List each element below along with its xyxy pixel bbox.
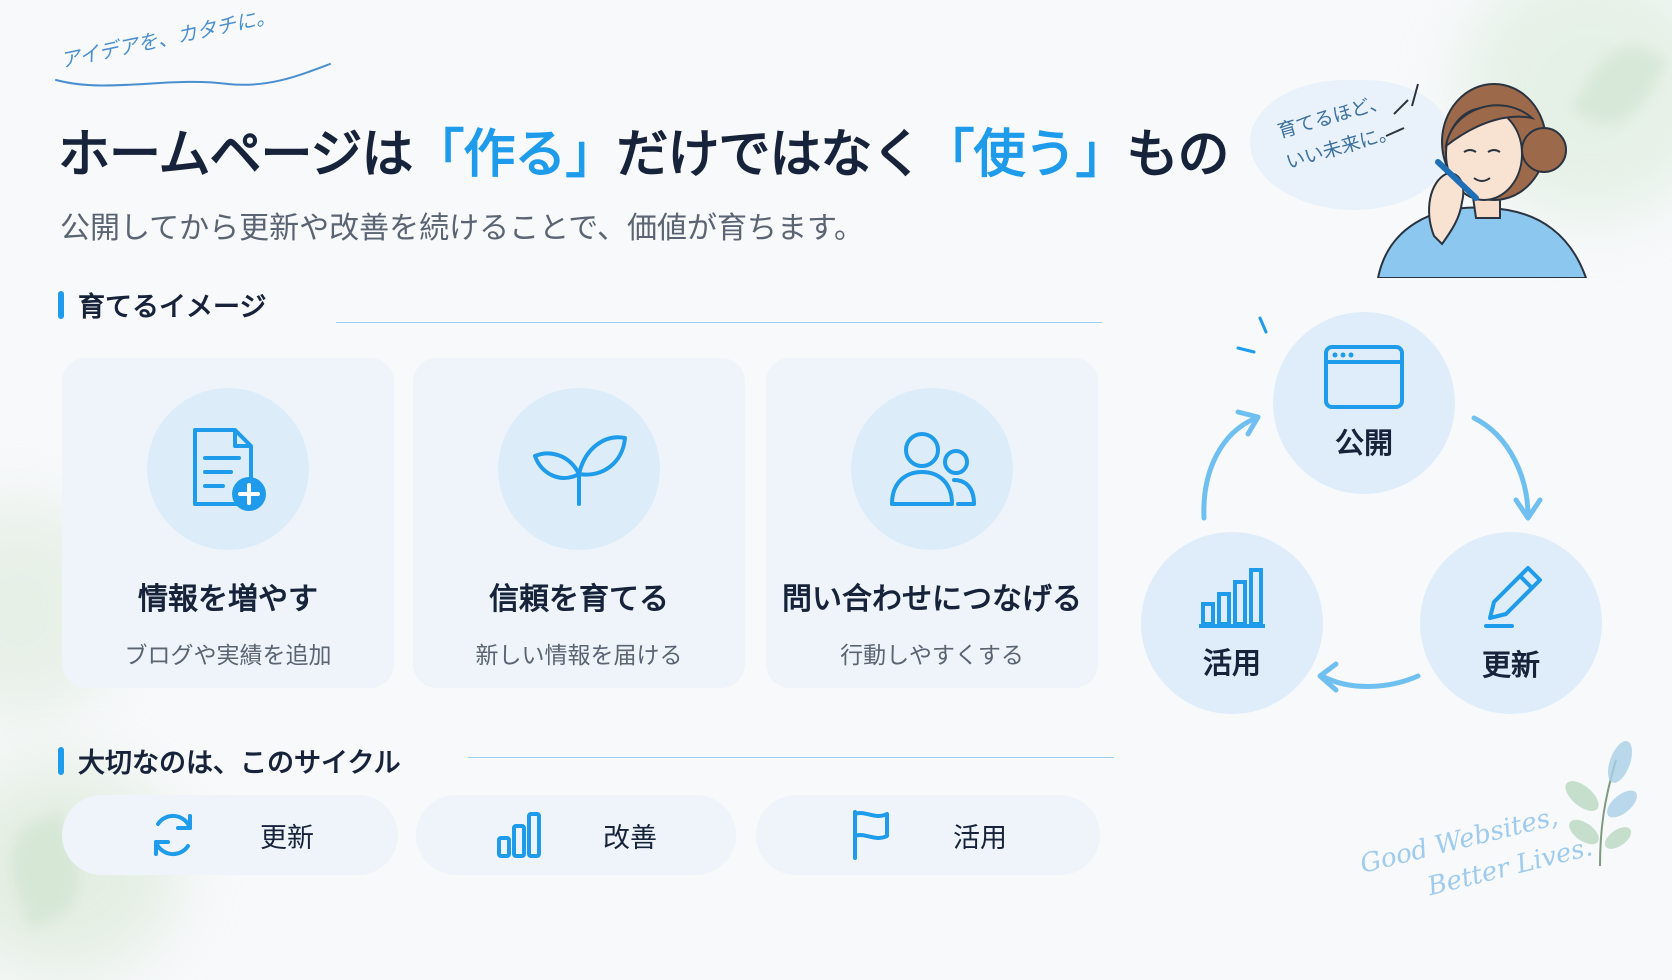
- card-icon-circle: [851, 388, 1013, 550]
- cycle-node-update: 更新: [1420, 532, 1602, 714]
- section-marker: [58, 290, 64, 319]
- section-divider: [336, 322, 1102, 323]
- pill-label: 改善: [603, 822, 657, 854]
- page-title: ホームページは「作る」だけではなく「使う」もの: [58, 112, 1229, 187]
- section-label-growth: 育てるイメージ: [58, 285, 266, 324]
- section-divider: [468, 757, 1114, 758]
- card-icon-circle: [498, 388, 660, 550]
- bar-chart-icon: [1199, 568, 1265, 628]
- bar-chart-icon: [497, 812, 541, 858]
- cycle-label: 活用: [1202, 646, 1261, 680]
- refresh-icon: [154, 813, 192, 857]
- document-add-icon: [193, 428, 266, 511]
- cycle-label: 公開: [1334, 426, 1393, 460]
- title-highlight: 「使う」: [922, 125, 1127, 185]
- card-icon-circle: [147, 388, 309, 550]
- card-title: 信頼を育てる: [489, 582, 669, 617]
- pill-improve: 改善: [416, 795, 736, 875]
- pill-utilize: 活用: [756, 795, 1100, 875]
- card-build-trust: 信頼を育てる 新しい情報を届ける: [413, 358, 745, 688]
- section-title: 大切なのは、このサイクル: [78, 748, 401, 779]
- card-subtitle: 行動しやすくする: [840, 643, 1024, 669]
- cycle-node-publish: 公開: [1273, 312, 1455, 494]
- section-label-cycle: 大切なのは、このサイクル: [58, 741, 401, 780]
- title-highlight: 「作る」: [412, 125, 617, 185]
- sprout-icon: [533, 435, 627, 506]
- pill-label: 活用: [953, 822, 1007, 854]
- woman-illustration: [1376, 83, 1588, 278]
- pill-label: 更新: [260, 822, 314, 854]
- cycle-node-utilize: 活用: [1141, 532, 1323, 714]
- card-subtitle: 新しい情報を届ける: [475, 643, 683, 669]
- title-part: だけではなく: [616, 125, 923, 185]
- title-part: もの: [1126, 125, 1229, 185]
- title-part: ホームページは: [58, 125, 413, 185]
- card-inquiries: 問い合わせにつなげる 行動しやすくする: [766, 358, 1098, 688]
- card-title: 問い合わせにつなげる: [782, 582, 1082, 617]
- card-add-info: 情報を増やす ブログや実績を追加: [62, 358, 394, 688]
- card-title: 情報を増やす: [138, 582, 318, 617]
- pill-update: 更新: [62, 795, 398, 875]
- pencil-icon: [1484, 566, 1542, 628]
- flag-icon: [853, 810, 889, 860]
- cycle-label: 更新: [1481, 648, 1540, 682]
- section-title: 育てるイメージ: [78, 292, 267, 323]
- section-marker: [58, 746, 64, 775]
- browser-window-icon: [1324, 345, 1404, 409]
- footer-slogan: Good Websites, Better Lives.: [1356, 791, 1596, 920]
- users-icon: [890, 432, 976, 506]
- card-subtitle: ブログや実績を追加: [124, 643, 332, 669]
- subtitle: 公開してから更新や改善を続けることで、価値が育ちます。: [60, 211, 864, 246]
